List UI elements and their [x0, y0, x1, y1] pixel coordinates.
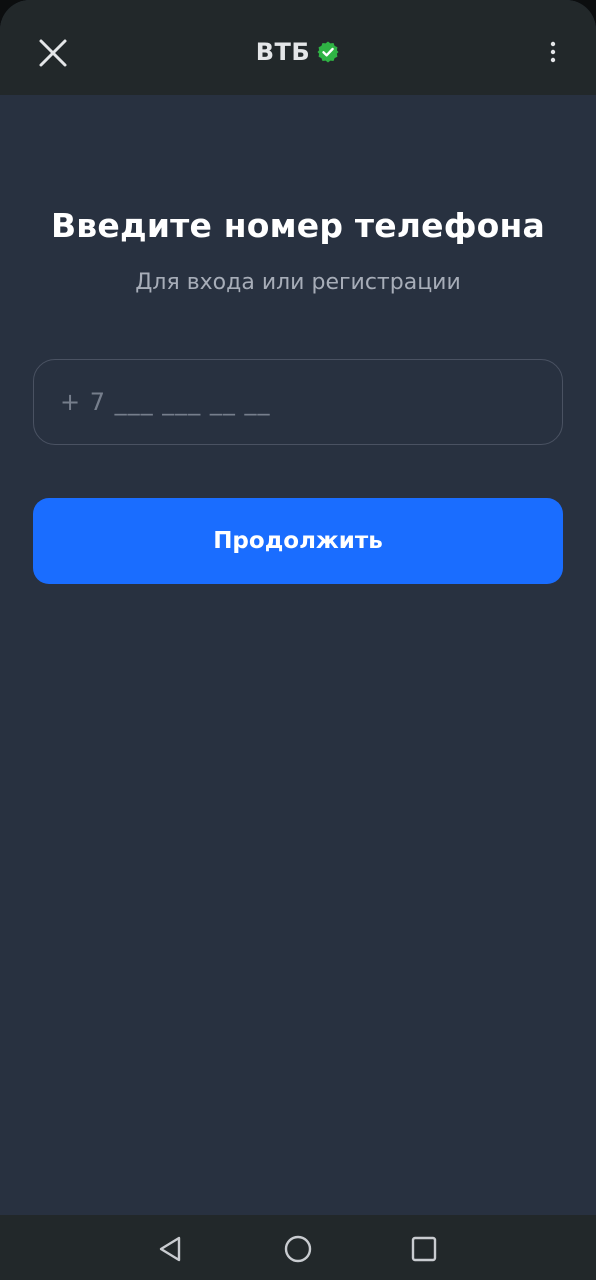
nav-back-button[interactable] [152, 1231, 188, 1267]
nav-recents-button[interactable] [406, 1231, 442, 1267]
title-group: ВТБ [0, 32, 596, 72]
phone-input-placeholder: + 7 ___ ___ __ __ [60, 388, 271, 416]
more-vertical-icon [550, 41, 556, 63]
system-navigation-bar [0, 1215, 596, 1280]
recents-square-icon [411, 1236, 437, 1262]
continue-button[interactable]: Продолжить [33, 498, 563, 584]
page-subtitle: Для входа или регистрации [135, 270, 461, 295]
top-app-bar: ВТБ [0, 0, 596, 95]
more-options-button[interactable] [537, 34, 569, 70]
nav-home-button[interactable] [280, 1231, 316, 1267]
verified-check-icon [316, 40, 340, 64]
phone-input[interactable]: + 7 ___ ___ __ __ [33, 359, 563, 445]
app-title: ВТБ [255, 38, 311, 66]
back-triangle-icon [159, 1236, 181, 1262]
page-title: Введите номер телефона [50, 206, 546, 245]
home-circle-icon [284, 1235, 312, 1263]
app-screen: ВТБ Введите номер телефона Для входа или… [0, 0, 596, 1280]
